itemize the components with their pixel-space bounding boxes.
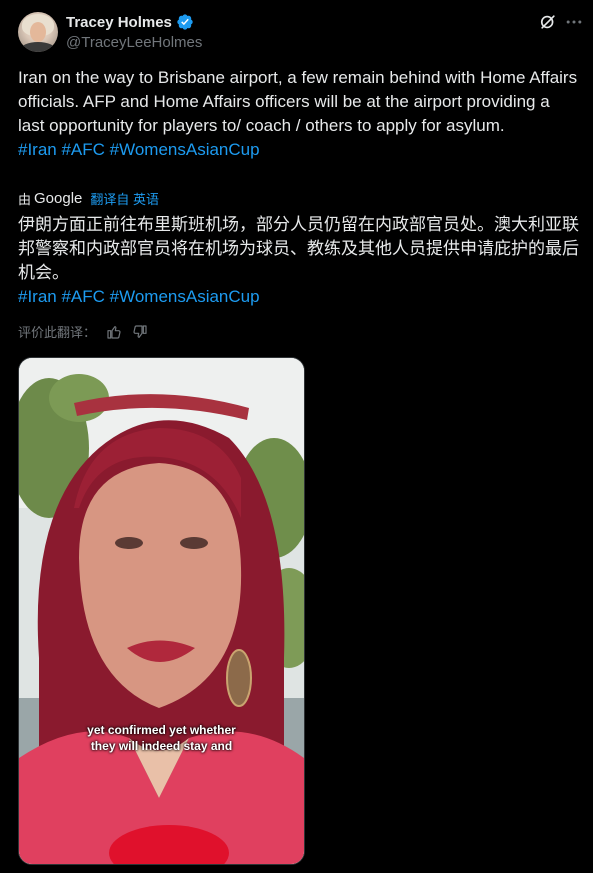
author-name-row: Tracey Holmes xyxy=(66,13,194,31)
translated-text-block: 伊朗方面正前往布里斯班机场，部分人员仍留在内政部官员处。澳大利亚联邦警察和内政部… xyxy=(18,213,583,309)
verified-badge-icon[interactable] xyxy=(176,13,194,31)
google-logo: Google xyxy=(34,190,83,207)
tweet-hashtags[interactable]: #Iran #AFC #WomensAsianCup xyxy=(18,138,578,162)
thumbs-down-icon[interactable] xyxy=(132,324,148,340)
tweet: Tracey Holmes @TraceyLeeHolmes Iran on t… xyxy=(0,0,593,873)
video-frame xyxy=(19,358,304,864)
thumbs-up-icon[interactable] xyxy=(106,324,122,340)
translation-source-link[interactable]: 翻译自 英语 xyxy=(90,189,159,208)
author-handle[interactable]: @TraceyLeeHolmes xyxy=(66,34,202,51)
tweet-body: Iran on the way to Brisbane airport, a f… xyxy=(18,68,578,135)
video-caption: yet confirmed yet whether they will inde… xyxy=(19,722,304,754)
avatar-shoulders xyxy=(20,42,56,52)
author-display-name[interactable]: Tracey Holmes xyxy=(66,14,172,31)
tweet-text-block: Iran on the way to Brisbane airport, a f… xyxy=(18,66,578,162)
rate-translation-row: 评价此翻译： xyxy=(18,322,148,341)
rate-translation-label: 评价此翻译： xyxy=(18,325,97,340)
video-player[interactable]: yet confirmed yet whether they will inde… xyxy=(18,357,305,865)
video-caption-line2: they will indeed stay and xyxy=(90,739,233,753)
translated-hashtags[interactable]: #Iran #AFC #WomensAsianCup xyxy=(18,285,583,309)
translated-body: 伊朗方面正前往布里斯班机场，部分人员仍留在内政部官员处。澳大利亚联邦警察和内政部… xyxy=(18,215,579,282)
avatar[interactable] xyxy=(18,12,58,52)
grok-icon[interactable] xyxy=(538,12,558,32)
more-icon[interactable] xyxy=(564,12,584,32)
video-caption-line1: yet confirmed yet whether xyxy=(87,723,236,737)
avatar-face xyxy=(30,22,46,42)
translation-attribution: 由 Google 翻译自 英语 xyxy=(18,189,159,208)
translation-by-label: 由 xyxy=(18,192,32,207)
